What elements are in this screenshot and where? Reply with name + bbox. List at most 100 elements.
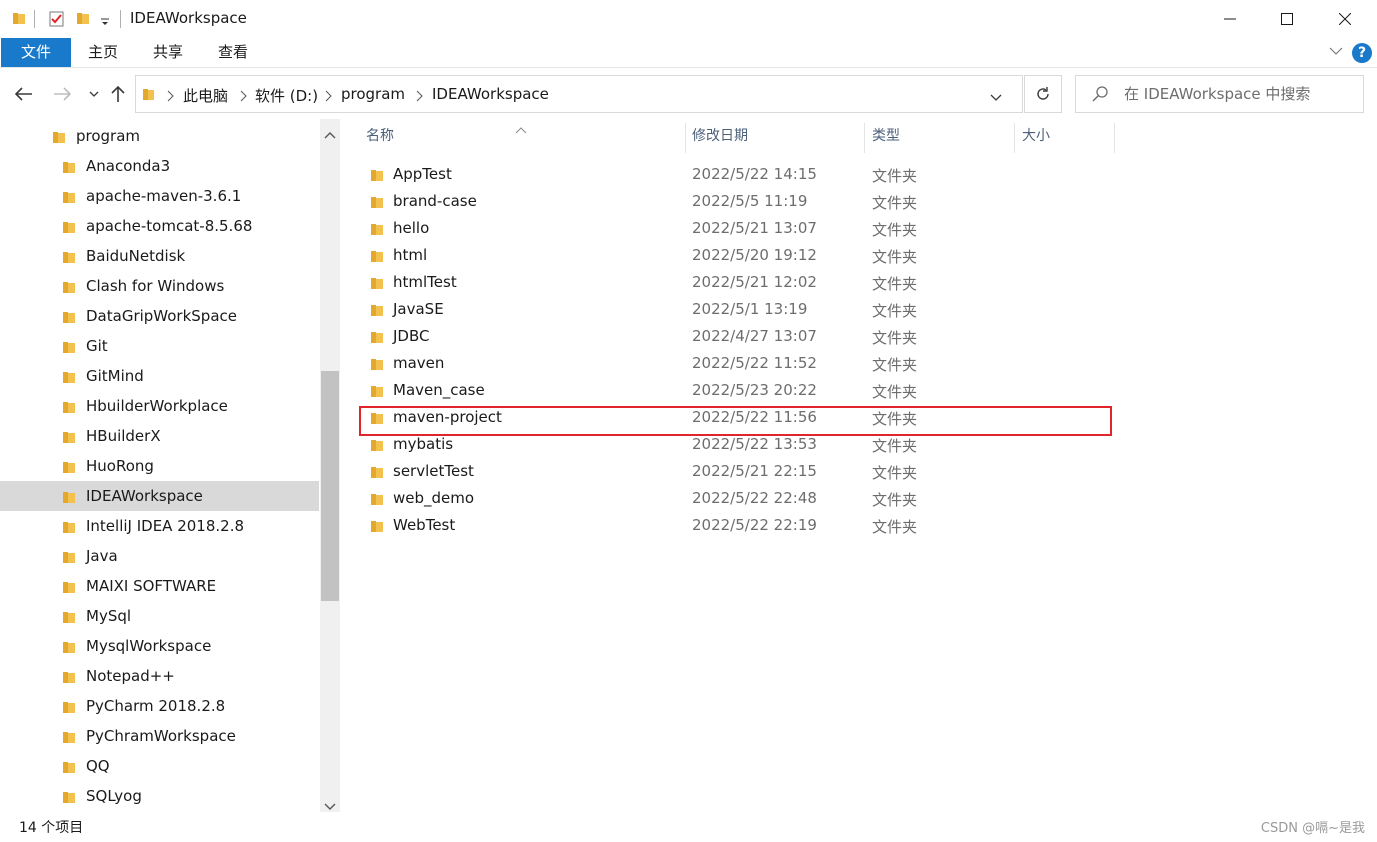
file-type: 文件夹 [872,302,918,320]
column-divider[interactable] [864,123,865,153]
folder-icon [62,279,76,299]
refresh-button[interactable] [1024,75,1062,113]
tree-item[interactable]: MysqlWorkspace [0,631,319,661]
tree-item[interactable]: Clash for Windows [0,271,319,301]
column-divider[interactable] [1014,123,1015,153]
tree-item[interactable]: BaiduNetdisk [0,241,319,271]
back-button[interactable] [12,82,36,106]
minimize-button[interactable] [1201,0,1259,38]
tree-item[interactable]: Anaconda3 [0,151,319,181]
file-name: brand-case [393,192,477,210]
folder-icon [370,248,384,268]
table-row[interactable]: htmlTest 2022/5/21 12:02 文件夹 [360,269,1112,296]
table-row[interactable]: JDBC 2022/4/27 13:07 文件夹 [360,323,1112,350]
status-bar: 14 个项目 CSDN @嗝~是我 [0,812,1377,842]
column-header-name[interactable]: 名称 [366,119,684,153]
navigation-bar: 此电脑 软件 (D:) program IDEAWorkspace [0,69,1377,119]
help-icon[interactable]: ? [1352,43,1372,63]
tree-item[interactable]: DataGripWorkSpace [0,301,319,331]
column-divider[interactable] [685,123,686,153]
expand-ribbon-icon[interactable] [1329,44,1343,62]
up-button[interactable] [106,82,130,106]
scroll-up-arrow-icon[interactable] [324,125,336,143]
table-row[interactable]: maven 2022/5/22 11:52 文件夹 [360,350,1112,377]
column-header-size[interactable]: 大小 [1022,119,1112,153]
column-header-type[interactable]: 类型 [872,119,1012,153]
tree-item[interactable]: HuoRong [0,451,319,481]
tab-share[interactable]: 共享 [141,38,195,67]
tab-file[interactable]: 文件 [1,38,71,67]
table-row[interactable]: html 2022/5/20 19:12 文件夹 [360,242,1112,269]
separator [120,10,121,28]
file-type: 文件夹 [872,248,918,266]
tree-item[interactable]: HBuilderX [0,421,319,451]
tab-view[interactable]: 查看 [206,38,260,67]
table-row[interactable]: brand-case 2022/5/5 11:19 文件夹 [360,188,1112,215]
table-row[interactable]: maven-project 2022/5/22 11:56 文件夹 [360,404,1112,431]
tab-home[interactable]: 主页 [76,38,130,67]
tree-item[interactable]: PyChramWorkspace [0,721,319,751]
tree-item[interactable]: PyCharm 2018.2.8 [0,691,319,721]
breadcrumb-this-pc[interactable]: 此电脑 [183,85,228,106]
tree-item[interactable]: MAIXI SOFTWARE [0,571,319,601]
search-box[interactable] [1075,75,1364,113]
tree-item[interactable]: apache-maven-3.6.1 [0,181,319,211]
tree-item[interactable]: GitMind [0,361,319,391]
table-row[interactable]: hello 2022/5/21 13:07 文件夹 [360,215,1112,242]
properties-icon[interactable] [48,10,66,32]
address-bar[interactable]: 此电脑 软件 (D:) program IDEAWorkspace [135,75,1023,113]
folder-icon [62,459,76,479]
chevron-right-icon[interactable] [239,88,247,106]
folder-icon [370,194,384,214]
maximize-button[interactable] [1258,0,1316,38]
table-row[interactable]: WebTest 2022/5/22 22:19 文件夹 [360,512,1112,539]
customize-toolbar-dropdown-icon[interactable] [100,13,110,31]
table-row[interactable]: servletTest 2022/5/21 22:15 文件夹 [360,458,1112,485]
column-header-date-modified[interactable]: 修改日期 [692,119,862,153]
tree-item[interactable]: HbuilderWorkplace [0,391,319,421]
table-row[interactable]: Maven_case 2022/5/23 20:22 文件夹 [360,377,1112,404]
file-date-modified: 2022/5/23 20:22 [692,381,817,399]
watermark: CSDN @嗝~是我 [1260,821,1365,836]
folder-icon[interactable] [12,10,26,30]
search-input[interactable] [1124,84,1354,104]
table-row[interactable]: mybatis 2022/5/22 13:53 文件夹 [360,431,1112,458]
tree-item[interactable]: apache-tomcat-8.5.68 [0,211,319,241]
tree-item[interactable]: Git [0,331,319,361]
folder-icon [62,189,76,209]
close-button[interactable] [1316,0,1374,38]
tree-item-label: QQ [86,757,110,775]
navigation-pane-scrollbar[interactable] [320,119,340,812]
recent-locations-button[interactable] [82,82,106,106]
chevron-right-icon[interactable] [166,88,174,106]
folder-icon [62,699,76,719]
tree-item-label: IDEAWorkspace [86,487,203,505]
tree-item[interactable]: Java [0,541,319,571]
table-row[interactable]: web_demo 2022/5/22 22:48 文件夹 [360,485,1112,512]
table-row[interactable]: JavaSE 2022/5/1 13:19 文件夹 [360,296,1112,323]
tree-item-label: MySql [86,607,132,625]
tree-item[interactable]: MySql [0,601,319,631]
breadcrumb-ideaworkspace[interactable]: IDEAWorkspace [432,85,549,103]
chevron-right-icon[interactable] [415,88,423,106]
forward-button[interactable] [50,82,74,106]
new-folder-icon[interactable] [76,10,90,30]
breadcrumb-program[interactable]: program [341,85,405,103]
table-row[interactable]: AppTest 2022/5/22 14:15 文件夹 [360,161,1112,188]
tree-item[interactable]: Notepad++ [0,661,319,691]
folder-icon [370,383,384,403]
tree-item[interactable]: IDEAWorkspace [0,481,319,511]
tree-item[interactable]: SQLyog [0,781,319,811]
tree-item[interactable]: QQ [0,751,319,781]
scrollbar-thumb[interactable] [321,371,339,601]
tree-item[interactable]: program [0,121,319,151]
file-name: servletTest [393,462,474,480]
tree-item-label: apache-maven-3.6.1 [86,187,242,205]
file-date-modified: 2022/5/22 22:19 [692,516,817,534]
file-type: 文件夹 [872,356,918,374]
address-history-dropdown-icon[interactable] [990,88,1002,106]
breadcrumb-drive-d[interactable]: 软件 (D:) [255,85,318,106]
tree-item[interactable]: IntelliJ IDEA 2018.2.8 [0,511,319,541]
column-divider[interactable] [1114,123,1115,153]
chevron-right-icon[interactable] [324,88,332,106]
